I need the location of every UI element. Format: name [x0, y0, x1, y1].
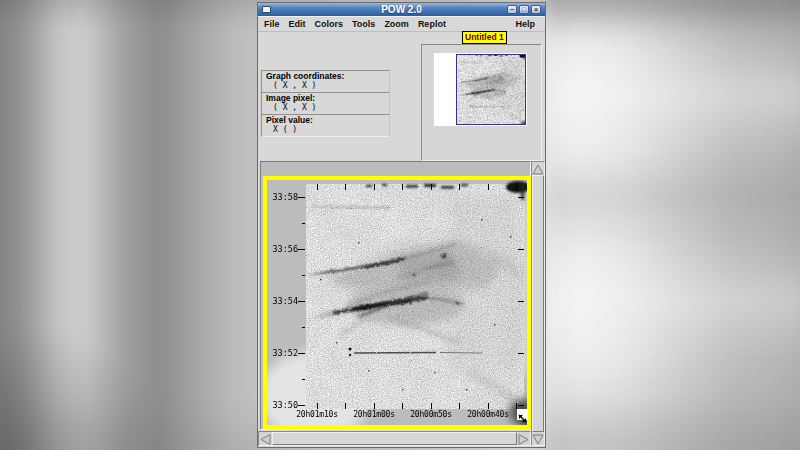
image-pixel-label: Image pixel:: [266, 94, 385, 103]
image-pixel-cell: Image pixel: ( X , X ): [261, 92, 390, 115]
selected-graph-frame[interactable]: 33:58 33:56 33:54 33:52 33:50 20h01m10s …: [263, 176, 531, 429]
scroll-right-icon: [517, 433, 530, 446]
y-axis-label: 33:50: [267, 400, 298, 410]
menu-file[interactable]: File: [261, 19, 283, 29]
y-axis-label: 33:54: [267, 296, 298, 306]
y-axis-label: 33:52: [267, 348, 298, 358]
x-axis-label: 20h01m00s: [344, 410, 404, 420]
pixel-value-cell: Pixel value: X ( ): [261, 114, 390, 137]
pow-window: POW 2.0 − □ × File Edit Colors Tools Zoo…: [257, 2, 546, 448]
horizontal-scrollbar[interactable]: [258, 431, 531, 446]
pixel-value-label: Pixel value:: [266, 116, 385, 125]
close-button[interactable]: ×: [531, 5, 541, 14]
thumbnail-canvas[interactable]: [434, 53, 527, 126]
x-axis-label: 20h01m10s: [287, 410, 347, 420]
graph-coordinates-label: Graph coordinates:: [266, 72, 385, 81]
thumbnail-image-frame[interactable]: [456, 54, 526, 125]
window-title: POW 2.0: [258, 3, 545, 16]
scroll-right-button[interactable]: [517, 432, 530, 445]
plot-canvas[interactable]: 33:58 33:56 33:54 33:52 33:50 20h01m10s …: [267, 180, 527, 425]
minimize-button[interactable]: −: [507, 5, 517, 14]
menu-tools[interactable]: Tools: [349, 19, 378, 29]
maximize-button[interactable]: □: [519, 5, 529, 14]
coordinate-readout-panel: Graph coordinates: ( X , X ) Image pixel…: [261, 70, 390, 137]
sky-image[interactable]: [267, 180, 527, 425]
pixel-value-value: X ( ): [266, 125, 385, 134]
scroll-down-icon: [532, 433, 544, 446]
horizontal-scroll-thumb[interactable]: [272, 432, 517, 445]
menubar: File Edit Colors Tools Zoom Replot Help: [258, 16, 545, 32]
thumbnail-image[interactable]: [457, 55, 525, 124]
menu-replot[interactable]: Replot: [415, 19, 449, 29]
graph-name-tab[interactable]: Untitled 1: [462, 31, 507, 44]
desktop-background-right: [545, 0, 800, 450]
graph-resize-handle[interactable]: [517, 409, 528, 420]
vertical-scroll-thumb[interactable]: [532, 175, 544, 432]
y-axis-label: 33:58: [267, 192, 298, 202]
scroll-up-button[interactable]: [532, 162, 544, 175]
x-axis-label: 20h00m40s: [458, 410, 518, 420]
x-axis-label: 20h00m50s: [401, 410, 461, 420]
y-axis-label: 33:56: [267, 244, 298, 254]
menu-edit[interactable]: Edit: [286, 19, 309, 29]
graph-coordinates-value: ( X , X ): [266, 81, 385, 90]
menu-colors[interactable]: Colors: [312, 19, 347, 29]
scroll-left-button[interactable]: [259, 432, 272, 445]
scroll-left-icon: [259, 433, 272, 446]
image-pixel-value: ( X , X ): [266, 103, 385, 112]
titlebar[interactable]: POW 2.0 − □ ×: [258, 3, 545, 16]
menu-zoom[interactable]: Zoom: [381, 19, 412, 29]
vertical-scrollbar[interactable]: [531, 161, 545, 446]
scroll-down-button[interactable]: [532, 432, 544, 445]
plot-scroll-viewport: 33:58 33:56 33:54 33:52 33:50 20h01m10s …: [260, 161, 531, 430]
graph-coordinates-cell: Graph coordinates: ( X , X ): [261, 70, 390, 93]
resize-arrow-icon: [517, 413, 528, 424]
menu-help[interactable]: Help: [512, 19, 538, 29]
thumbnail-panel: [421, 44, 542, 161]
